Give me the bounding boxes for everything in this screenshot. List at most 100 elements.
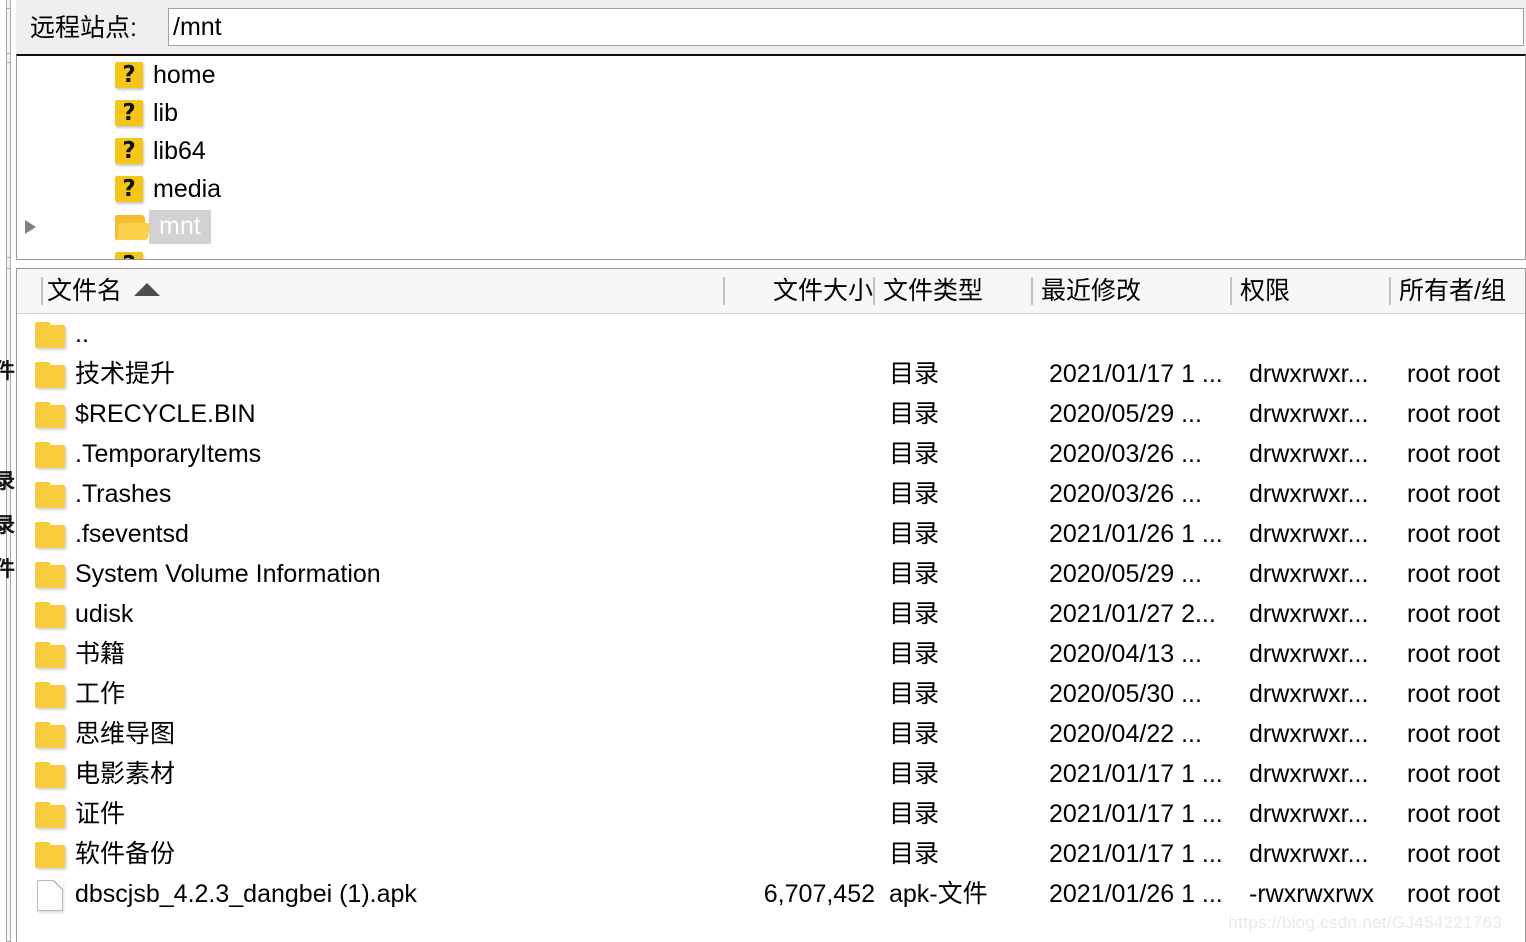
table-row[interactable]: dbscjsb_4.2.3_dangbei (1).apk 6,707,452 ap…: [17, 874, 1525, 914]
cell-filesize: [637, 714, 875, 754]
column-separator-5[interactable]: [1389, 277, 1391, 305]
table-row[interactable]: 工作 目录 2020/05/30 ... drwxrwxr... root root: [17, 674, 1525, 714]
cell-filetype: 目录: [889, 840, 940, 868]
tree-item-home[interactable]: ? home: [17, 56, 1525, 94]
cell-permissions: drwxrwxr...: [1249, 640, 1369, 668]
cell-modified: 2021/01/17 1 ...: [1049, 360, 1223, 388]
cell-permissions: drwxrwxr...: [1249, 800, 1369, 828]
cell-permissions: drwxrwxr...: [1249, 560, 1369, 588]
cell-modified: 2020/04/22 ...: [1049, 720, 1202, 748]
cell-filesize: [637, 674, 875, 714]
column-header-size[interactable]: 文件大小: [773, 269, 873, 313]
cell-filetype: 目录: [889, 760, 940, 788]
file-list-header[interactable]: 文件名 文件大小 文件类型 最近修改 权限 所有者/组: [17, 269, 1525, 314]
cell-owner: root root: [1407, 600, 1501, 628]
table-row[interactable]: udisk 目录 2021/01/27 2... drwxrwxr... root ro…: [17, 594, 1525, 634]
column-header-name[interactable]: 文件名: [47, 269, 161, 313]
cell-permissions: drwxrwxr...: [1249, 400, 1369, 428]
remote-site-label: 远程站点:: [30, 14, 137, 42]
cell-modified: 2021/01/26 1 ...: [1049, 520, 1223, 548]
cell-owner: root root: [1407, 640, 1501, 668]
table-row[interactable]: System Volume Information 目录 2020/05/29 ..…: [17, 554, 1525, 594]
cell-permissions: drwxrwxr...: [1249, 520, 1369, 548]
strip-glyph-2: 录: [0, 513, 15, 537]
file-list-body[interactable]: .. 技术提升 目录 2021/01/17 1 ... drwxrwxr... root…: [17, 314, 1525, 914]
cell-permissions: drwxrwxr...: [1249, 600, 1369, 628]
cell-filetype: 目录: [889, 560, 940, 588]
cell-permissions: -rwxrwxrwx: [1249, 880, 1374, 908]
strip-glyph-1: 录: [0, 469, 15, 493]
tree-item-lib[interactable]: ? lib: [17, 94, 1525, 132]
tree-item-label: mnt: [149, 210, 211, 244]
folder-icon: [35, 442, 67, 468]
folder-icon: [35, 842, 67, 868]
folder-icon: [35, 682, 67, 708]
table-row[interactable]: ..: [17, 314, 1525, 354]
cell-permissions: drwxrwxr...: [1249, 840, 1369, 868]
cell-modified: 2020/05/29 ...: [1049, 400, 1202, 428]
cell-filesize: [637, 834, 875, 874]
cell-permissions: drwxrwxr...: [1249, 480, 1369, 508]
table-row[interactable]: 思维导图 目录 2020/04/22 ... drwxrwxr... root root: [17, 714, 1525, 754]
remote-site-path-input[interactable]: /mnt: [168, 8, 1524, 46]
column-header-type[interactable]: 文件类型: [883, 269, 983, 313]
table-row[interactable]: 软件备份 目录 2021/01/17 1 ... drwxrwxr... root ro…: [17, 834, 1525, 874]
column-separator-2[interactable]: [873, 277, 875, 305]
folder-icon: [35, 802, 67, 828]
cell-filename: $RECYCLE.BIN: [75, 400, 256, 428]
remote-directory-tree[interactable]: ? home? lib? lib64? media mnt?: [16, 54, 1526, 260]
table-row[interactable]: 书籍 目录 2020/04/13 ... drwxrwxr... root root: [17, 634, 1525, 674]
folder-icon: [35, 602, 67, 628]
cell-permissions: drwxrwxr...: [1249, 440, 1369, 468]
table-row[interactable]: 技术提升 目录 2021/01/17 1 ... drwxrwxr... root ro…: [17, 354, 1525, 394]
cell-filetype: 目录: [889, 800, 940, 828]
cell-filesize: 6,707,452: [763, 880, 875, 908]
cell-owner: root root: [1407, 560, 1501, 588]
tree-item-label: media: [153, 175, 222, 203]
tree-item-partial[interactable]: ?: [17, 246, 1525, 259]
cell-filename: .Trashes: [75, 480, 172, 508]
cell-filesize: [637, 794, 875, 834]
table-row[interactable]: $RECYCLE.BIN 目录 2020/05/29 ... drwxrwxr... r…: [17, 394, 1525, 434]
cell-filesize: [637, 474, 875, 514]
cell-filesize: [637, 554, 875, 594]
cell-filename: .TemporaryItems: [75, 440, 262, 468]
cell-owner: root root: [1407, 760, 1501, 788]
folder-icon: [35, 522, 67, 548]
cell-filename: 电影素材: [75, 760, 176, 788]
column-separator-3[interactable]: [1031, 277, 1033, 305]
cell-permissions: drwxrwxr...: [1249, 720, 1369, 748]
column-separator-0[interactable]: [41, 277, 43, 305]
tree-item-lib64[interactable]: ? lib64: [17, 132, 1525, 170]
strip-glyph-3: 件: [0, 557, 15, 581]
table-row[interactable]: 证件 目录 2021/01/17 1 ... drwxrwxr... root root: [17, 794, 1525, 834]
table-row[interactable]: .TemporaryItems 目录 2020/03/26 ... drwxrwxr.…: [17, 434, 1525, 474]
column-separator-4[interactable]: [1230, 277, 1232, 305]
cell-filesize: [637, 634, 875, 674]
expand-triangle-icon[interactable]: [17, 220, 43, 234]
table-row[interactable]: .Trashes 目录 2020/03/26 ... drwxrwxr... root …: [17, 474, 1525, 514]
cell-filename: System Volume Information: [75, 560, 381, 588]
tree-item-mnt[interactable]: mnt: [17, 208, 1525, 246]
tree-item-media[interactable]: ? media: [17, 170, 1525, 208]
cell-filesize: [637, 514, 875, 554]
cell-filetype: 目录: [889, 440, 940, 468]
cell-filename: 思维导图: [75, 720, 176, 748]
remote-file-list-panel[interactable]: 文件名 文件大小 文件类型 最近修改 权限 所有者/组 .. 技术提升 目录 202…: [16, 268, 1526, 942]
column-header-mtime[interactable]: 最近修改: [1041, 269, 1141, 313]
cell-owner: root root: [1407, 720, 1501, 748]
cell-filename: 工作: [75, 680, 126, 708]
cell-owner: root root: [1407, 520, 1501, 548]
table-row[interactable]: .fseventsd 目录 2021/01/26 1 ... drwxrwxr... r…: [17, 514, 1525, 554]
column-header-perm[interactable]: 权限: [1240, 269, 1290, 313]
column-header-owner[interactable]: 所有者/组: [1399, 269, 1506, 313]
unknown-folder-icon: ?: [115, 176, 143, 202]
cell-modified: 2020/05/30 ...: [1049, 680, 1202, 708]
cell-owner: root root: [1407, 400, 1501, 428]
cell-modified: 2021/01/26 1 ...: [1049, 880, 1223, 908]
column-separator-1[interactable]: [723, 277, 725, 305]
unknown-folder-icon: ?: [115, 252, 143, 259]
cell-owner: root root: [1407, 440, 1501, 468]
remote-site-pathbar: 远程站点: /mnt: [16, 0, 1526, 54]
table-row[interactable]: 电影素材 目录 2021/01/17 1 ... drwxrwxr... root ro…: [17, 754, 1525, 794]
